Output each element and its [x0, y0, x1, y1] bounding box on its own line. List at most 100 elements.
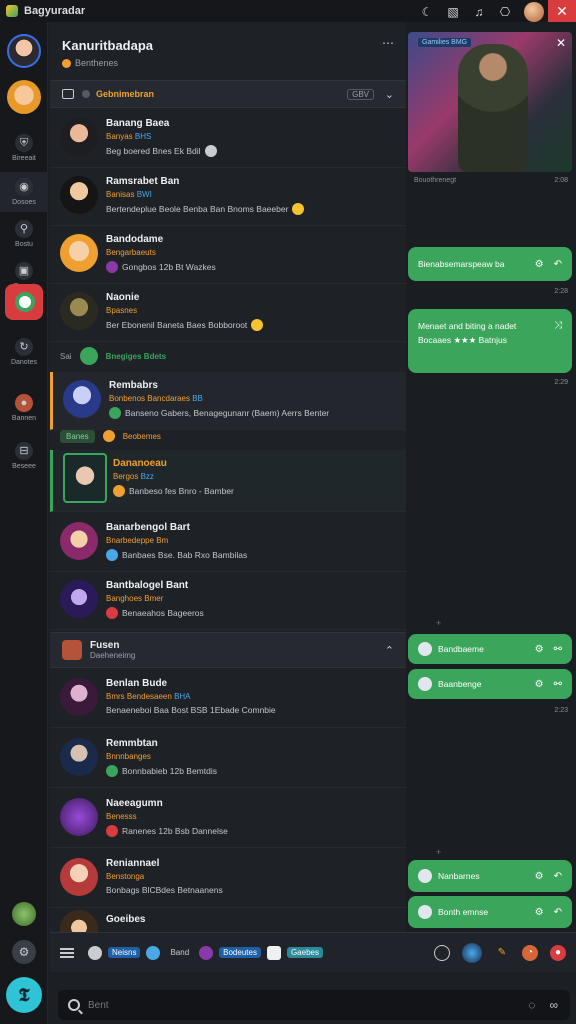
row-meta-text: Bnnnbanges — [106, 752, 151, 761]
rail-item-2[interactable]: ⚲ Bostu — [0, 220, 48, 248]
chevron-down-icon[interactable]: ⌄ — [385, 88, 394, 101]
close-icon[interactable]: ✕ — [556, 36, 566, 50]
image-icon[interactable] — [266, 945, 281, 960]
filter-pill[interactable]: Neisns — [108, 947, 141, 958]
avatar[interactable] — [88, 945, 102, 960]
rail-item-label: Bannen — [11, 415, 37, 422]
rail-item-5[interactable]: ● Bannen — [0, 394, 48, 422]
link-icon[interactable]: ⚯ — [554, 644, 562, 655]
row-message: Banbeso fes Bnro - Bamber — [113, 485, 234, 497]
list-item[interactable]: Banang Baea Banyas BHS Beg boered Bnes E… — [50, 110, 406, 168]
message-bubble[interactable]: Bonth emnse ⚙ ↶ — [408, 896, 572, 928]
list-item[interactable]: Banarbengol Bart Bnarbedeppe Bm Banbaes … — [50, 514, 406, 572]
avatar[interactable] — [199, 945, 214, 960]
media-preview[interactable]: Gamilies BMG ✕ — [408, 32, 572, 172]
more-options-icon[interactable]: ⋯ — [382, 36, 394, 50]
link-icon[interactable]: ∞ — [549, 998, 558, 1012]
list-item[interactable]: Ramsrabet Ban Banisas BWI Bertendeplue B… — [50, 168, 406, 226]
gear-icon[interactable]: ⚙ — [535, 259, 544, 270]
settings-icon[interactable]: ⚙ — [12, 940, 36, 964]
add-icon[interactable] — [79, 347, 98, 365]
moon-icon[interactable]: ☾ — [420, 5, 434, 19]
list-item[interactable]: Naeeagumn Benesss Ranenes 12b Bsb Dannel… — [50, 790, 406, 848]
gear-icon[interactable]: ⚙ — [535, 644, 544, 655]
section-header[interactable]: Fusen Daeheneimg ⌃ — [50, 632, 406, 668]
tag-label: Bnegiges Bdets — [105, 351, 167, 361]
badge-icon — [106, 607, 118, 619]
tag-row: Sai Bnegiges Bdets — [50, 342, 406, 370]
gear-icon[interactable]: ⚙ — [535, 679, 544, 690]
chat-bubble-icon[interactable]: ◌ — [528, 998, 535, 1012]
friend-avatar[interactable] — [12, 902, 36, 926]
bell-icon[interactable]: ♫ — [472, 5, 486, 19]
clock-icon[interactable] — [434, 944, 450, 961]
section-header[interactable]: Gebnimebran GBV ⌄ — [50, 80, 406, 108]
row-name: Reniannael — [106, 858, 160, 869]
timestamp: 2:29 — [554, 379, 568, 386]
filter-pill[interactable]: Gaebes — [286, 947, 323, 958]
row-meta-text: Banyas — [106, 132, 133, 141]
bubble-text: Bienabsemarspeaw ba — [418, 259, 505, 269]
shuffle-icon[interactable]: ⤨ — [554, 319, 562, 333]
list-item[interactable]: Reniannael Benstonga Bonbags BlCBdes Bet… — [50, 850, 406, 908]
row-message-text: Ber Ebonenil Baneta Baes Bobboroot — [106, 320, 248, 330]
rail-item-4[interactable]: ↻ Danotes — [0, 338, 48, 366]
emoji-icon — [292, 203, 305, 215]
gear-icon[interactable]: ⚙ — [535, 907, 544, 918]
close-window-button[interactable]: ✕ — [548, 0, 576, 22]
reply-icon[interactable]: ↶ — [554, 907, 562, 918]
rail-item-6[interactable]: ⊟ Beseee — [0, 442, 48, 470]
add-reaction-icon[interactable]: + — [436, 847, 441, 857]
list-item[interactable]: Goeibes — [50, 906, 406, 932]
list-item[interactable]: Benlan Bude Bmrs Bendesaeen BHA Benaeneb… — [50, 670, 406, 728]
bubble-actions: ⚙ ↶ — [535, 907, 562, 918]
section-badge: GBV — [347, 88, 374, 100]
link-icon[interactable]: ⚯ — [554, 679, 562, 690]
message-bubble[interactable]: Bandbaeme ⚙ ⚯ — [408, 634, 572, 664]
list-item[interactable]: Naonie Bpasnes Ber Ebonenil Baneta Baes … — [50, 284, 406, 342]
pin-icon[interactable]: ✎ — [494, 945, 510, 961]
avatar[interactable] — [146, 945, 161, 960]
row-message: Gongbos 12b Bt Wazkes — [106, 261, 216, 273]
reply-icon[interactable]: ↶ — [554, 871, 562, 882]
list-item[interactable]: Bandodame Bengarbaeuts Gongbos 12b Bt Wa… — [50, 226, 406, 284]
search-input[interactable] — [88, 999, 488, 1011]
row-meta: Bengarbaeuts — [106, 248, 156, 257]
message-bubble[interactable]: Nanbarnes ⚙ ↶ — [408, 860, 572, 892]
tag-chip[interactable]: Banes — [60, 429, 95, 443]
list-item[interactable]: Remmbtan Bnnnbanges Bonnbabieb 12b Bemtd… — [50, 730, 406, 788]
filter-pill[interactable]: Band — [166, 947, 193, 958]
avatar — [60, 234, 98, 272]
bubble-text: Nanbarnes — [438, 871, 480, 881]
rail-item-1[interactable]: ◉ Dosoes — [0, 172, 48, 212]
add-reaction-icon[interactable]: + — [436, 618, 441, 628]
tag-prefix: Sai — [60, 351, 72, 361]
avatar-icon: ● — [15, 394, 33, 412]
user-avatar[interactable] — [524, 2, 544, 22]
row-meta: Benesss — [106, 812, 137, 821]
image-icon[interactable]: ▧ — [446, 5, 460, 19]
compose-button[interactable]: 𝕿 — [6, 977, 42, 1013]
list-item[interactable]: Dananoeau Bergos Bzz Banbeso fes Bnro - … — [50, 450, 406, 512]
avatar[interactable] — [462, 942, 482, 963]
search-bar: ◌ ∞ — [58, 990, 570, 1020]
profile-avatar[interactable] — [7, 34, 41, 68]
list-item[interactable]: Bantbalogel Bant Banghoes Bmer Benaeahos… — [50, 572, 406, 630]
reply-icon[interactable]: ↶ — [554, 259, 562, 270]
menu-icon[interactable] — [60, 947, 74, 958]
avatar — [60, 910, 98, 932]
message-bubble[interactable]: Baanbenge ⚙ ⚯ — [408, 669, 572, 699]
row-message-text: Bonnbabieb 12b Bemtdis — [122, 766, 217, 776]
message-bubble[interactable]: Bienabsemarspeaw ba ⚙ ↶ — [408, 247, 572, 281]
server-avatar[interactable] — [7, 80, 41, 114]
gear-icon[interactable]: ⚙ — [535, 871, 544, 882]
message-bubble[interactable]: Menaet and biting a nadet Bocaaes ★★★ Ba… — [408, 309, 572, 373]
active-server-button[interactable] — [5, 284, 43, 320]
cart-icon[interactable]: ⎔ — [498, 5, 512, 19]
row-message: Beg boered Bnes Ek Bdil — [106, 145, 217, 157]
chevron-up-icon[interactable]: ⌃ — [385, 644, 394, 657]
record-icon[interactable]: ● — [550, 944, 566, 961]
rail-item-0[interactable]: ⛨ Bireeait — [0, 134, 48, 162]
filter-pill[interactable]: Bodeutes — [219, 947, 261, 958]
sticker-icon[interactable]: ◔ — [522, 944, 538, 961]
